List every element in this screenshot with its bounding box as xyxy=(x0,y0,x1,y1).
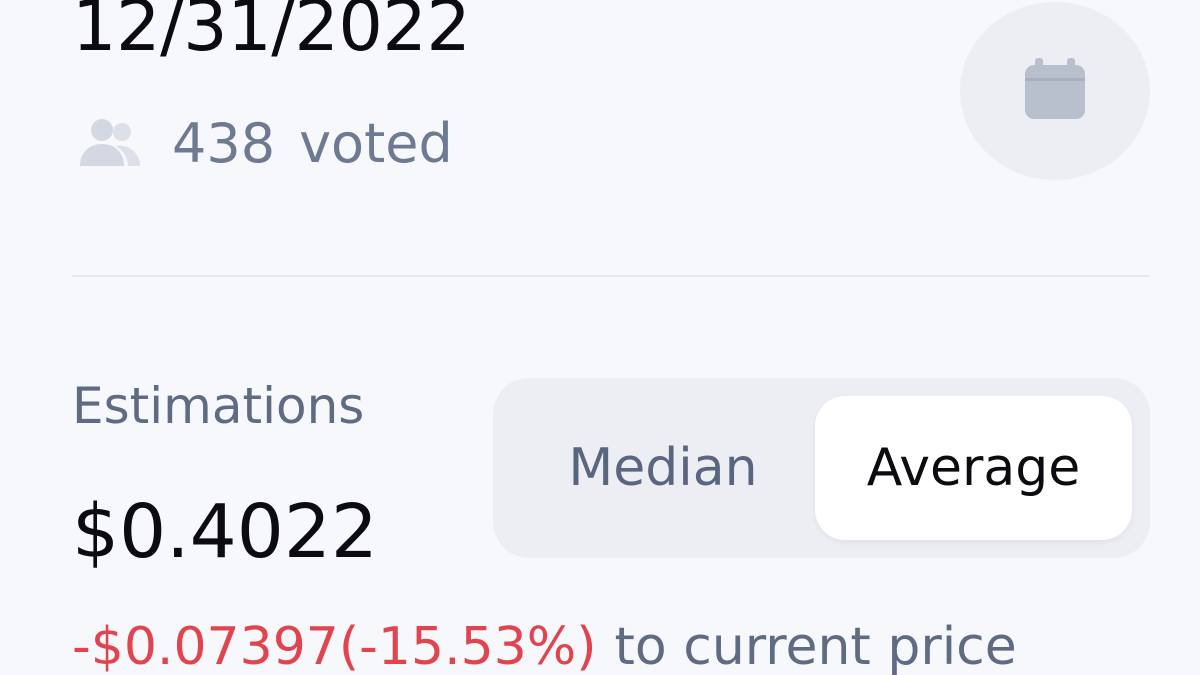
target-date: 12/31/2022 xyxy=(72,0,471,67)
estimations-label: Estimations xyxy=(72,377,365,435)
section-divider xyxy=(72,275,1150,277)
median-option[interactable]: Median xyxy=(511,396,815,540)
voted-summary: 438 voted xyxy=(76,112,453,176)
average-option[interactable]: Average xyxy=(815,396,1132,540)
price-difference: -$0.07397(-15.53%) to current price xyxy=(72,615,1017,675)
difference-amount: -$0.07397(-15.53%) xyxy=(72,617,597,675)
estimation-card: 12/31/2022 438 voted Estimations Median xyxy=(0,0,1200,675)
calendar-icon xyxy=(1019,53,1091,129)
difference-suffix: to current price xyxy=(614,617,1017,675)
median-average-toggle: Median Average xyxy=(493,378,1150,558)
estimated-price: $0.4022 xyxy=(72,489,379,575)
users-icon xyxy=(76,114,144,174)
calendar-button[interactable] xyxy=(960,2,1150,180)
voted-count: 438 xyxy=(172,112,276,175)
voted-label: voted xyxy=(299,112,453,175)
